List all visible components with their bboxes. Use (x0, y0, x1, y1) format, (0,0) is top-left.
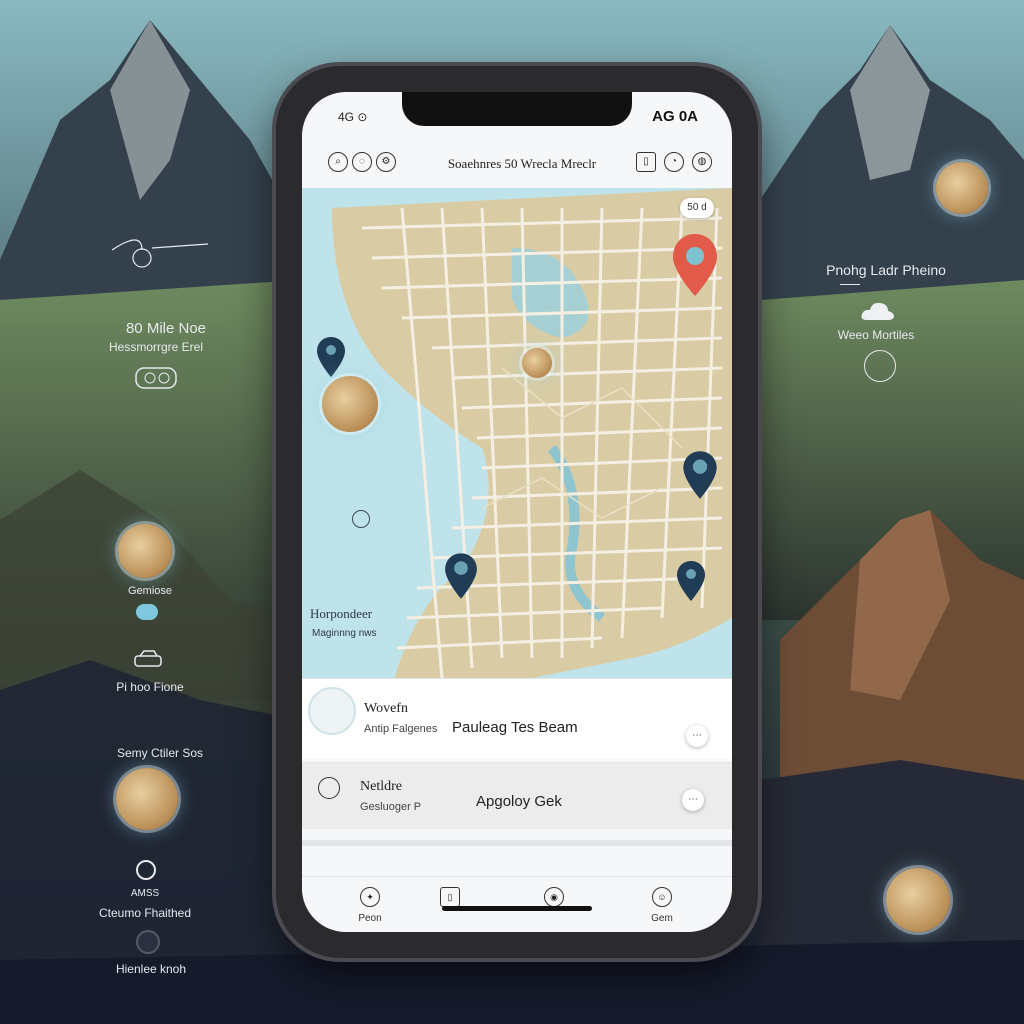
left-glow-medallion[interactable] (116, 768, 178, 830)
card-action-button[interactable]: ⋯ (682, 789, 704, 811)
app-title: Soaehnres 50 Wrecla Mreclr (447, 156, 597, 171)
ring-icon (864, 350, 896, 382)
walking-route-icon (111, 230, 212, 270)
nav-label: Peon (358, 913, 382, 924)
place-card[interactable]: Wovefn Antip Falgenes Pauleag Tes Beam ⋯ (302, 678, 732, 759)
location-pin[interactable] (682, 450, 718, 500)
nav-item-profile[interactable]: ☺ Gem (632, 887, 692, 925)
nav-item-explore[interactable]: ✦ Peon (340, 887, 400, 925)
phone-screen: 4G ⊙ AG 0A ⌕ ◌ ⚙ Soaehnres 50 Wrecla Mre… (302, 92, 732, 932)
map-city-label: Horpondeer (310, 606, 373, 621)
status-right: AG 0A (652, 108, 698, 125)
selected-location-pin[interactable] (670, 232, 720, 298)
card-title: Wovefn (364, 701, 408, 716)
card-divider (302, 840, 732, 846)
card-subtitle: Antip Falgenes (364, 723, 438, 735)
right-glow-medallion[interactable] (886, 868, 950, 932)
phone-frame: 4G ⊙ AG 0A ⌕ ◌ ⚙ Soaehnres 50 Wrecla Mre… (276, 66, 758, 958)
left-panel-title: 80 Mile Noe (125, 320, 207, 337)
right-panel-subtitle: Weeo Mortiles (837, 328, 915, 342)
nav-label (524, 913, 584, 925)
left-location-medallion[interactable] (118, 524, 172, 578)
settings-icon[interactable]: ⚙ (376, 152, 396, 172)
distance-badge: 50 d (680, 198, 714, 218)
left-item3-caption: Hienlee knoh (115, 962, 187, 976)
left-panel-subtitle: Hessmorrgre Erel (108, 340, 204, 354)
card-subtitle: Gesluoger P (360, 801, 422, 813)
compass-icon: ✦ (360, 887, 380, 907)
profile-icon: ☺ (652, 887, 672, 907)
place-thumbnail-icon (310, 689, 354, 733)
card-action-button[interactable]: ⋯ (686, 725, 708, 747)
location-pin[interactable] (676, 560, 706, 602)
map-place-thumbnail[interactable] (522, 348, 552, 378)
bottom-navigation: ✦ Peon ▯ ◉ ☺ Gem (302, 876, 732, 932)
map-marker-icon (136, 860, 156, 880)
right-panel-title: Pnohg Ladr Pheino (826, 262, 946, 278)
glasses-icon (132, 364, 180, 394)
left-item-label: Pi hoo Fione (116, 680, 184, 694)
card-main-text: Apgoloy Gek (476, 793, 562, 810)
app-top-bar: ⌕ ◌ ⚙ Soaehnres 50 Wrecla Mreclr ▯ ◔ ◍ (302, 136, 732, 188)
cloud-icon (860, 300, 896, 322)
nav-label (420, 913, 480, 925)
notch (402, 92, 632, 126)
user-icon[interactable]: ◔ (664, 152, 684, 172)
search-icon[interactable]: ⌕ (328, 152, 348, 172)
left-item2-caption: Cteumo Fhaithed (98, 906, 192, 920)
place-card[interactable]: Netldre Gesluoger P Apgoloy Gek ⋯ (302, 762, 732, 829)
location-pin[interactable] (316, 336, 346, 378)
globe-icon[interactable]: ◍ (692, 152, 712, 172)
camera-icon: ◉ (544, 887, 564, 907)
dot-icon (138, 932, 158, 952)
status-left: 4G ⊙ (338, 110, 368, 124)
right-title-underline (840, 284, 860, 285)
car-icon (132, 648, 164, 672)
right-location-medallion[interactable] (936, 162, 988, 214)
card-title: Netldre (360, 779, 402, 794)
location-pin[interactable] (444, 552, 478, 600)
harbor-icon (352, 510, 370, 528)
left-item2-icon-label: AMSS (130, 888, 160, 899)
place-thumbnail-icon (318, 777, 340, 799)
left-item-caption: Semy Ctiler Sos (116, 746, 204, 760)
chat-icon[interactable]: ◌ (352, 152, 372, 172)
map-place-thumbnail[interactable] (322, 376, 378, 432)
bookmark-icon[interactable]: ▯ (636, 152, 656, 172)
map-city-sublabel: Maginnng nws (312, 628, 377, 639)
nav-label: Gem (651, 913, 673, 924)
left-medallion-label: Gemiose (127, 585, 173, 597)
card-main-text: Pauleag Tes Beam (452, 719, 578, 736)
cloud-icon (136, 604, 158, 620)
bookmark-icon: ▯ (440, 887, 460, 907)
home-indicator[interactable] (442, 906, 592, 911)
